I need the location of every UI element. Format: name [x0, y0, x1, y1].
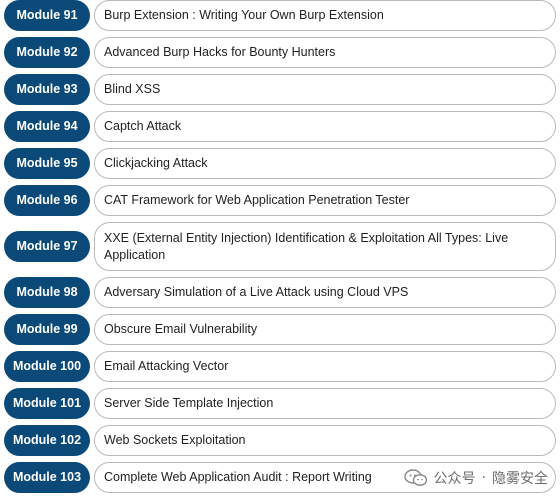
module-title[interactable]: Email Attacking Vector: [94, 351, 556, 382]
module-title[interactable]: Advanced Burp Hacks for Bounty Hunters: [94, 37, 556, 68]
wechat-icon: [403, 469, 428, 487]
module-badge[interactable]: Module 102: [4, 425, 90, 456]
module-row[interactable]: Module 101 Server Side Template Injectio…: [4, 388, 556, 419]
module-row[interactable]: Module 93 Blind XSS: [4, 74, 556, 105]
module-badge[interactable]: Module 91: [4, 0, 90, 31]
module-badge[interactable]: Module 99: [4, 314, 90, 345]
module-title[interactable]: Blind XSS: [94, 74, 556, 105]
module-badge[interactable]: Module 98: [4, 277, 90, 308]
watermark: 公众号 · 隐雾安全: [403, 468, 548, 488]
module-row[interactable]: Module 98 Adversary Simulation of a Live…: [4, 277, 556, 308]
watermark-account: 隐雾安全: [492, 471, 548, 487]
module-title[interactable]: XXE (External Entity Injection) Identifi…: [94, 222, 556, 271]
module-badge[interactable]: Module 96: [4, 185, 90, 216]
module-badge[interactable]: Module 94: [4, 111, 90, 142]
module-row[interactable]: Module 92 Advanced Burp Hacks for Bounty…: [4, 37, 556, 68]
module-row[interactable]: Module 94 Captch Attack: [4, 111, 556, 142]
watermark-separator: ·: [481, 470, 486, 486]
module-badge[interactable]: Module 101: [4, 388, 90, 419]
module-row[interactable]: Module 102 Web Sockets Exploitation: [4, 425, 556, 456]
module-row[interactable]: Module 95 Clickjacking Attack: [4, 148, 556, 179]
module-title[interactable]: Server Side Template Injection: [94, 388, 556, 419]
module-title[interactable]: Clickjacking Attack: [94, 148, 556, 179]
module-badge[interactable]: Module 100: [4, 351, 90, 382]
watermark-source: 公众号: [433, 471, 476, 487]
module-badge[interactable]: Module 97: [4, 231, 90, 262]
module-title[interactable]: Captch Attack: [94, 111, 556, 142]
module-badge[interactable]: Module 103: [4, 462, 90, 493]
module-row[interactable]: Module 91 Burp Extension : Writing Your …: [4, 0, 556, 31]
module-list: Module 91 Burp Extension : Writing Your …: [4, 0, 556, 499]
module-title[interactable]: Burp Extension : Writing Your Own Burp E…: [94, 0, 556, 31]
module-badge[interactable]: Module 92: [4, 37, 90, 68]
module-title[interactable]: Obscure Email Vulnerability: [94, 314, 556, 345]
module-row[interactable]: Module 100 Email Attacking Vector: [4, 351, 556, 382]
module-row[interactable]: Module 97 XXE (External Entity Injection…: [4, 222, 556, 271]
module-title[interactable]: CAT Framework for Web Application Penetr…: [94, 185, 556, 216]
module-badge[interactable]: Module 95: [4, 148, 90, 179]
page: Module 91 Burp Extension : Writing Your …: [0, 0, 560, 500]
module-row[interactable]: Module 96 CAT Framework for Web Applicat…: [4, 185, 556, 216]
module-badge[interactable]: Module 93: [4, 74, 90, 105]
module-title[interactable]: Web Sockets Exploitation: [94, 425, 556, 456]
module-row[interactable]: Module 99 Obscure Email Vulnerability: [4, 314, 556, 345]
module-title[interactable]: Adversary Simulation of a Live Attack us…: [94, 277, 556, 308]
